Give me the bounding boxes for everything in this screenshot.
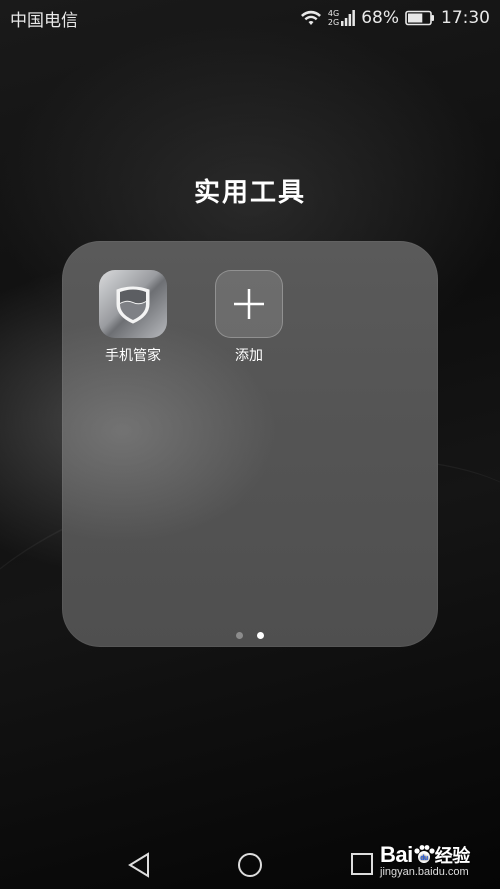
page-dot-2[interactable]: [257, 632, 264, 639]
status-bar: 中国电信 4G 2G 68% 17:30: [0, 0, 500, 36]
folder-title[interactable]: 实用工具: [0, 172, 500, 209]
carrier-label: 中国电信: [10, 10, 78, 31]
watermark-logo-right: 经验: [434, 846, 471, 866]
app-label: 添加: [235, 348, 263, 364]
watermark-url: jingyan.baidu.com: [380, 866, 469, 878]
signal-icon: [341, 10, 356, 26]
shield-icon: [116, 286, 150, 324]
page-indicator: [62, 632, 438, 639]
wifi-icon: [300, 9, 322, 27]
clock: 17:30: [441, 8, 490, 28]
svg-text:du: du: [420, 855, 428, 862]
back-button[interactable]: [127, 852, 151, 882]
back-triangle-icon: [128, 852, 149, 878]
app-phone-manager[interactable]: 手机管家: [83, 270, 183, 365]
recent-apps-button[interactable]: [350, 852, 374, 880]
battery-percent: 68%: [361, 8, 399, 28]
network-type: 4G 2G: [328, 9, 339, 27]
page-dot-1[interactable]: [236, 632, 243, 639]
phone-manager-app-icon[interactable]: [99, 270, 167, 338]
watermark-logo-left: Bai: [380, 842, 413, 867]
status-icons: 4G 2G 68% 17:30: [300, 8, 490, 28]
app-label: 手机管家: [105, 348, 161, 364]
battery-icon: [405, 10, 435, 26]
home-button[interactable]: [237, 852, 263, 882]
recent-square-icon: [351, 853, 373, 875]
paw-icon: du: [414, 845, 435, 863]
watermark-logo: Bai du 经验: [380, 842, 498, 868]
network-2g-label: 2G: [327, 18, 340, 27]
folder-panel: 手机管家 添加: [62, 241, 438, 647]
home-circle-icon: [238, 853, 262, 877]
add-app-button[interactable]: 添加: [199, 270, 299, 365]
network-4g-label: 4G: [327, 9, 340, 18]
plus-icon: [234, 289, 264, 319]
baidu-jingyan-watermark: Bai du 经验 jingyan.baidu.com: [380, 842, 498, 887]
add-app-icon-tile[interactable]: [215, 270, 283, 338]
